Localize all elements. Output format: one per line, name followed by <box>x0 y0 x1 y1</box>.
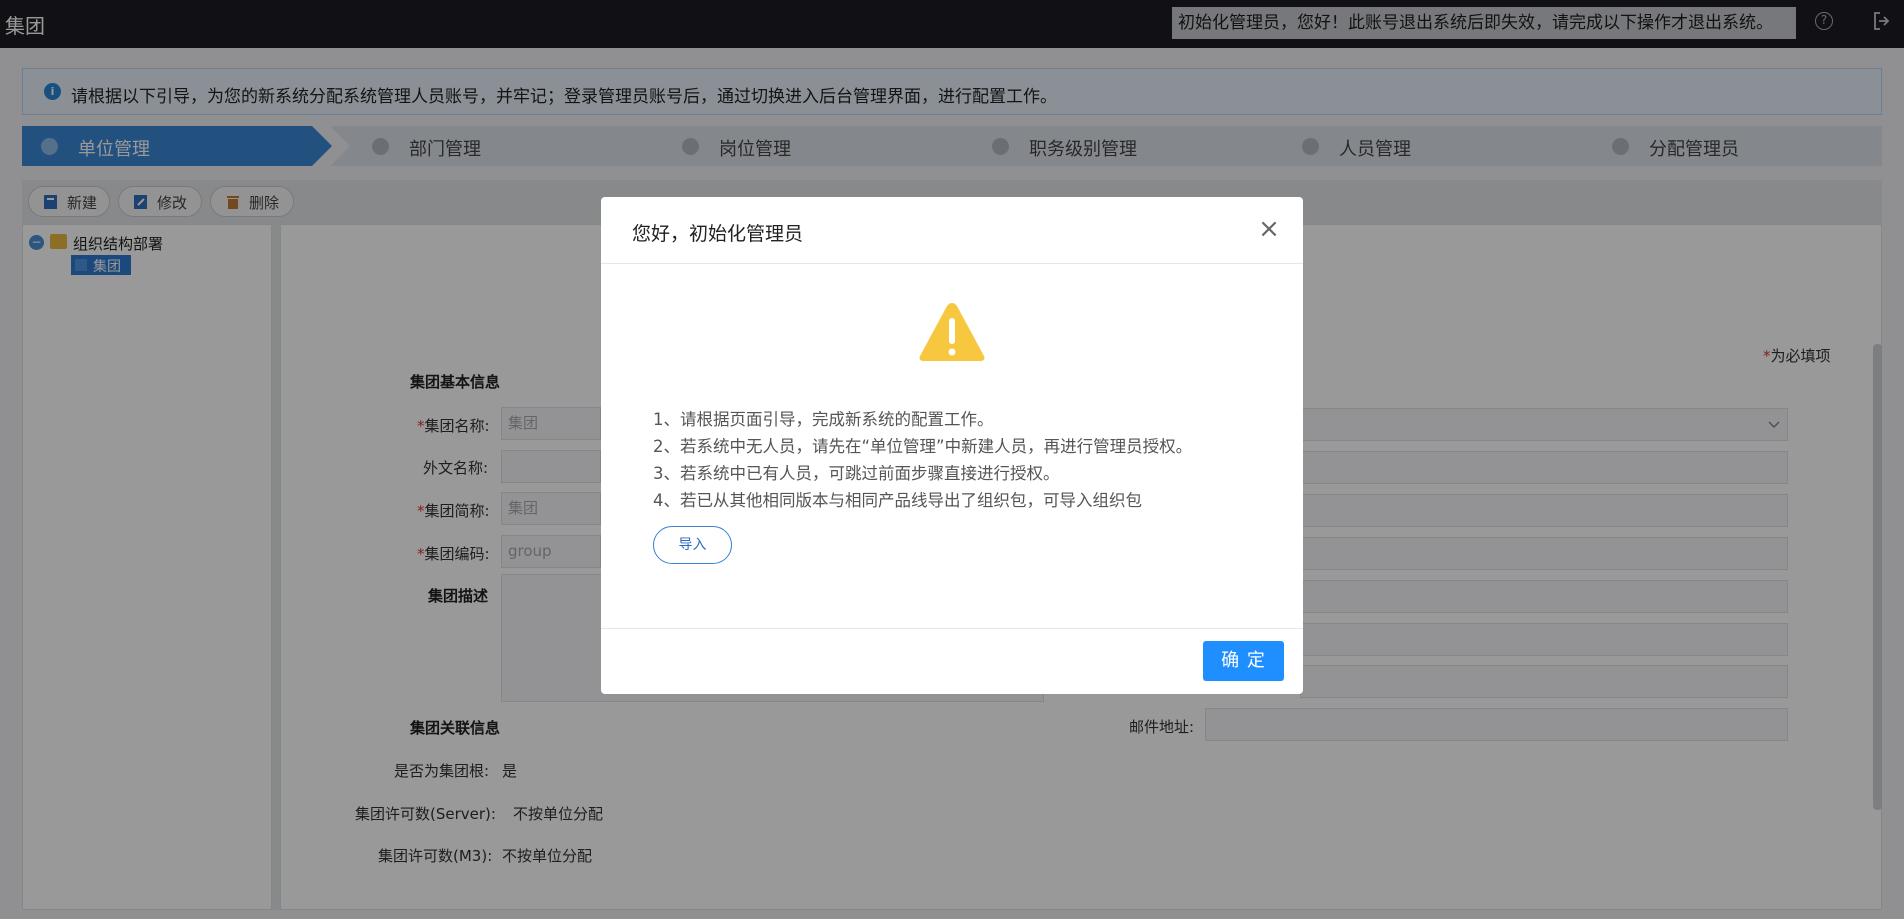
dialog-footer <box>601 628 1303 694</box>
confirm-button[interactable]: 确 定 <box>1203 641 1284 681</box>
dialog-header: 您好，初始化管理员 × <box>601 197 1303 264</box>
instruction-line: 2、若系统中无人员，请先在“单位管理”中新建人员，再进行管理员授权。 <box>653 437 1193 456</box>
init-admin-dialog: 您好，初始化管理员 × 1、请根据页面引导，完成新系统的配置工作。 2、若系统中… <box>601 197 1303 694</box>
warning-icon <box>919 303 985 361</box>
instruction-line: 1、请根据页面引导，完成新系统的配置工作。 <box>653 410 994 429</box>
dialog-title: 您好，初始化管理员 <box>632 223 804 245</box>
instruction-line: 3、若系统中已有人员，可跳过前面步骤直接进行授权。 <box>653 464 1060 483</box>
instruction-line: 4、若已从其他相同版本与相同产品线导出了组织包，可导入组织包 <box>653 491 1142 510</box>
import-button[interactable]: 导入 <box>653 526 732 564</box>
dialog-instructions: 1、请根据页面引导，完成新系统的配置工作。 2、若系统中无人员，请先在“单位管理… <box>653 406 1273 514</box>
close-icon[interactable]: × <box>1257 216 1281 242</box>
